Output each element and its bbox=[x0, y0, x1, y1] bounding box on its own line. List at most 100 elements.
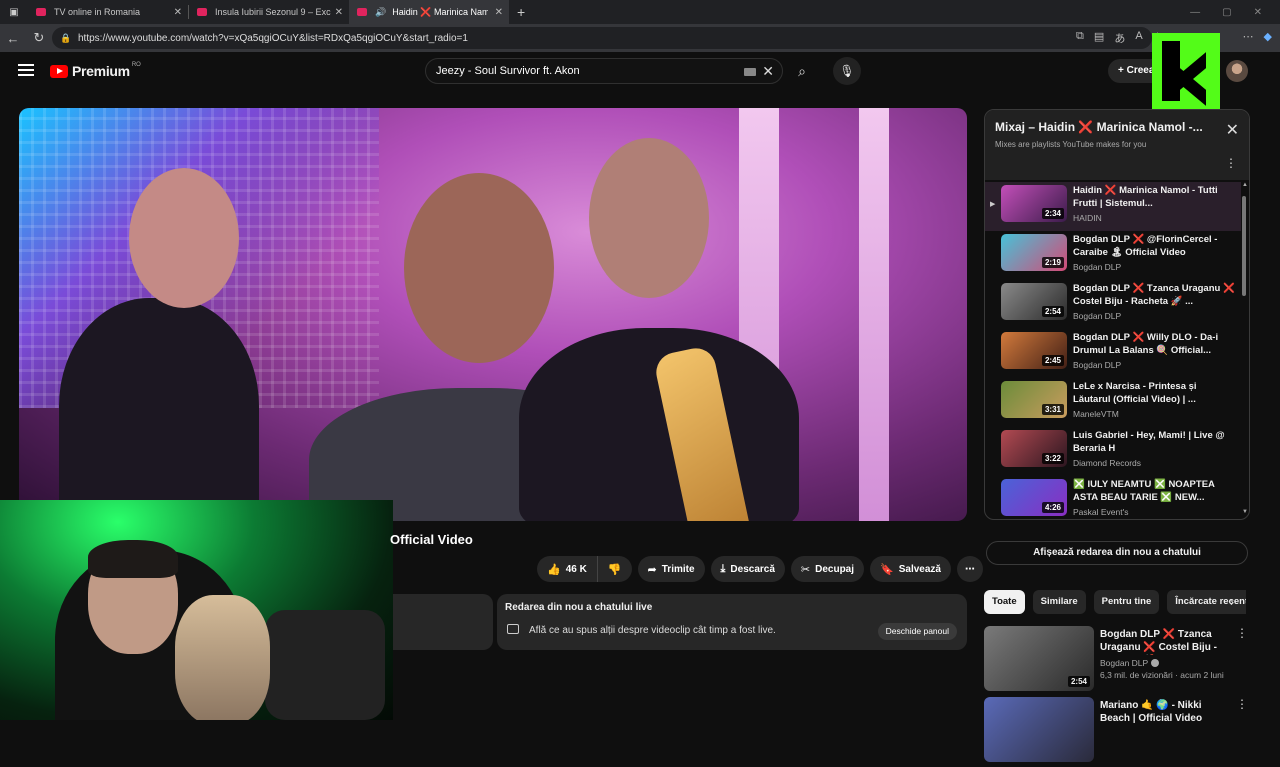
close-tab-icon[interactable]: ✕ bbox=[495, 7, 503, 18]
save-button[interactable]: 🔖 Salvează bbox=[870, 556, 951, 582]
recommendation-item[interactable]: 2:54 Bogdan DLP ❌ Tzanca Uraganu ❌ Costel… bbox=[984, 626, 1250, 696]
new-tab-icon[interactable]: + bbox=[517, 4, 525, 20]
playlist-item-channel: Bogdan DLP bbox=[1073, 311, 1122, 321]
more-icon: ⋯ bbox=[965, 563, 975, 575]
clip-button[interactable]: ✂ Decupaj bbox=[790, 556, 865, 582]
recommendation-thumbnail[interactable] bbox=[984, 697, 1094, 762]
playlist-title[interactable]: Mixaj – Haidin ❌ Marinica Namol -... bbox=[995, 120, 1217, 134]
site-info-icon[interactable]: 🔒 bbox=[60, 33, 72, 44]
duration-badge: 2:54 bbox=[1067, 676, 1090, 687]
playlist-item-channel: Paskal Event's bbox=[1073, 507, 1129, 517]
chat-replay-card: Redarea din nou a chatului live Află ce … bbox=[497, 594, 967, 650]
playlist-thumbnail[interactable]: 2:19 bbox=[1001, 234, 1067, 271]
tab-actions-icon[interactable]: ▣ bbox=[0, 7, 28, 18]
audio-playing-icon[interactable]: 🔊 bbox=[375, 7, 386, 18]
microphone-icon: 🎙 bbox=[839, 64, 855, 78]
duration-badge: 3:22 bbox=[1041, 453, 1064, 464]
recommendation-views: 6,3 mil. de vizionări · acum 2 luni bbox=[1100, 670, 1224, 680]
playlist-panel: Mixaj – Haidin ❌ Marinica Namol -... Mix… bbox=[984, 109, 1250, 520]
scroll-up-icon[interactable]: ▲ bbox=[1242, 182, 1248, 188]
translate-icon[interactable]: あ bbox=[1114, 30, 1125, 46]
browser-tab-1[interactable]: TV online in Romania ✕ bbox=[28, 0, 188, 24]
now-playing-icon: ▶ bbox=[990, 201, 996, 208]
playlist-item-title: Luis Gabriel - Hey, Mami! | Live @ Berar… bbox=[1073, 430, 1225, 454]
filter-chip[interactable]: Similare bbox=[1032, 590, 1086, 614]
extension-icon[interactable]: ⧉ bbox=[1076, 30, 1084, 46]
minimize-icon[interactable]: — bbox=[1190, 7, 1200, 18]
settings-more-icon[interactable]: ⋯ bbox=[1243, 30, 1254, 46]
playlist-item-channel: HAIDIN bbox=[1073, 213, 1102, 223]
share-icon: ➦ bbox=[647, 563, 657, 576]
recommendation-item[interactable]: Mariano 🤙 🌍 - Nikki Beach | Official Vid… bbox=[984, 697, 1250, 767]
filter-chip[interactable]: Încărcate recent bbox=[1167, 590, 1246, 614]
more-vert-icon[interactable]: ⋮ bbox=[1236, 626, 1248, 640]
like-button[interactable]: 👍 46 K bbox=[537, 556, 598, 582]
open-panel-button[interactable]: Deschide panoul bbox=[877, 623, 957, 640]
search-icon: ⌕ bbox=[798, 63, 806, 79]
search-input[interactable]: Jeezy - Soul Survivor ft. Akon ✕ bbox=[425, 58, 783, 84]
browser-tab-3[interactable]: 🔊 Haidin ❌ Marinica Namol ✕ bbox=[349, 0, 509, 24]
scissors-icon: ✂ bbox=[800, 563, 811, 576]
close-tab-icon[interactable]: ✕ bbox=[335, 7, 343, 18]
playlist-item[interactable]: 4:26 ❎ IULY NEAMTU ❎ NOAPTEA ASTA BEAU TA… bbox=[985, 476, 1241, 519]
menu-icon[interactable] bbox=[18, 64, 34, 76]
playlist-item[interactable]: 2:19 Bogdan DLP ❌ @FlorinCercel - Caraibe… bbox=[985, 231, 1241, 280]
reload-icon[interactable]: ↻ bbox=[26, 30, 52, 46]
playlist-item[interactable]: ▶ 2:34 Haidin ❌ Marinica Namol - Tutti Fru… bbox=[985, 182, 1241, 231]
keyboard-icon[interactable] bbox=[744, 68, 756, 76]
download-button[interactable]: ⤓ Descarcă bbox=[710, 556, 785, 582]
avatar[interactable] bbox=[1226, 60, 1248, 82]
voice-search-button[interactable]: 🎙 bbox=[833, 57, 861, 85]
playlist-item-title: Haidin ❌ Marinica Namol - Tutti Frutti |… bbox=[1073, 185, 1218, 209]
video-player[interactable] bbox=[19, 108, 967, 521]
window-controls: — ▢ ✕ bbox=[1190, 0, 1280, 24]
playlist-thumbnail[interactable]: 2:54 bbox=[1001, 283, 1067, 320]
close-tab-icon[interactable]: ✕ bbox=[174, 7, 182, 18]
youtube-header: Premium RO Jeezy - Soul Survivor ft. Ako… bbox=[0, 52, 1280, 92]
browser-tab-2[interactable]: Insula Iubirii Sezonul 9 – Exclusiv ✕ bbox=[189, 0, 349, 24]
duration-badge: 4:26 bbox=[1041, 502, 1064, 513]
search-button[interactable]: ⌕ bbox=[785, 58, 819, 84]
playlist-thumbnail[interactable]: 4:26 bbox=[1001, 479, 1067, 516]
playlist-item[interactable]: 3:31 LeLe x Narcisa - Printesa și Lăutaru… bbox=[985, 378, 1241, 427]
back-icon[interactable]: ← bbox=[0, 31, 26, 46]
youtube-favicon-icon bbox=[36, 8, 46, 16]
filter-chip[interactable]: Pentru tine bbox=[1093, 590, 1160, 614]
show-chat-replay-button[interactable]: Afișează redarea din nou a chatului bbox=[986, 541, 1248, 565]
reader-icon[interactable]: ▤ bbox=[1094, 30, 1104, 46]
performer-left bbox=[59, 298, 259, 521]
scroll-down-icon[interactable]: ▼ bbox=[1242, 509, 1248, 515]
playlist-thumbnail[interactable]: 3:31 bbox=[1001, 381, 1067, 418]
description-card[interactable] bbox=[393, 594, 493, 650]
playlist-item[interactable]: 2:45 Bogdan DLP ❌ Willy DLO - Da-i Drumul… bbox=[985, 329, 1241, 378]
more-vert-icon[interactable]: ⋮ bbox=[1236, 697, 1248, 711]
youtube-favicon-icon bbox=[197, 8, 207, 16]
playlist-thumbnail[interactable]: 2:45 bbox=[1001, 332, 1067, 369]
close-playlist-icon[interactable]: ✕ bbox=[1226, 120, 1239, 140]
duration-badge: 2:45 bbox=[1041, 355, 1064, 366]
maximize-icon[interactable]: ▢ bbox=[1222, 7, 1231, 18]
read-aloud-icon[interactable]: A bbox=[1135, 30, 1142, 46]
close-window-icon[interactable]: ✕ bbox=[1254, 7, 1262, 18]
url-field[interactable]: 🔒 https://www.youtube.com/watch?v=xQa5qg… bbox=[52, 27, 1152, 49]
playlist-item-title: LeLe x Narcisa - Printesa și Lăutarul (O… bbox=[1073, 381, 1197, 405]
chat-icon bbox=[507, 624, 519, 634]
clear-search-icon[interactable]: ✕ bbox=[762, 63, 774, 80]
playlist-thumbnail[interactable]: 2:34 bbox=[1001, 185, 1067, 222]
recommendation-channel: Bogdan DLP bbox=[1100, 658, 1149, 668]
playlist-menu-icon[interactable]: ⋮ bbox=[1225, 156, 1237, 170]
playlist-thumbnail[interactable]: 3:22 bbox=[1001, 430, 1067, 467]
dislike-button[interactable]: 👎 bbox=[597, 556, 632, 582]
youtube-favicon-icon bbox=[357, 8, 367, 16]
duration-badge: 3:31 bbox=[1041, 404, 1064, 415]
chevron-right-icon[interactable]: › bbox=[1230, 595, 1234, 609]
recommendation-thumbnail[interactable]: 2:54 bbox=[984, 626, 1094, 691]
share-button[interactable]: ➦ Trimite bbox=[637, 556, 705, 582]
filter-chip[interactable]: Toate bbox=[984, 590, 1025, 614]
playlist-item[interactable]: 2:54 Bogdan DLP ❌ Tzanca Uraganu ❌ Costel… bbox=[985, 280, 1241, 329]
playlist-scrollbar[interactable] bbox=[1242, 196, 1246, 296]
youtube-premium-logo[interactable]: Premium RO bbox=[50, 62, 141, 79]
copilot-icon[interactable]: ◆ bbox=[1264, 30, 1272, 46]
playlist-item[interactable]: 3:22 Luis Gabriel - Hey, Mami! | Live @ B… bbox=[985, 427, 1241, 476]
more-actions-button[interactable]: ⋯ bbox=[957, 556, 983, 582]
